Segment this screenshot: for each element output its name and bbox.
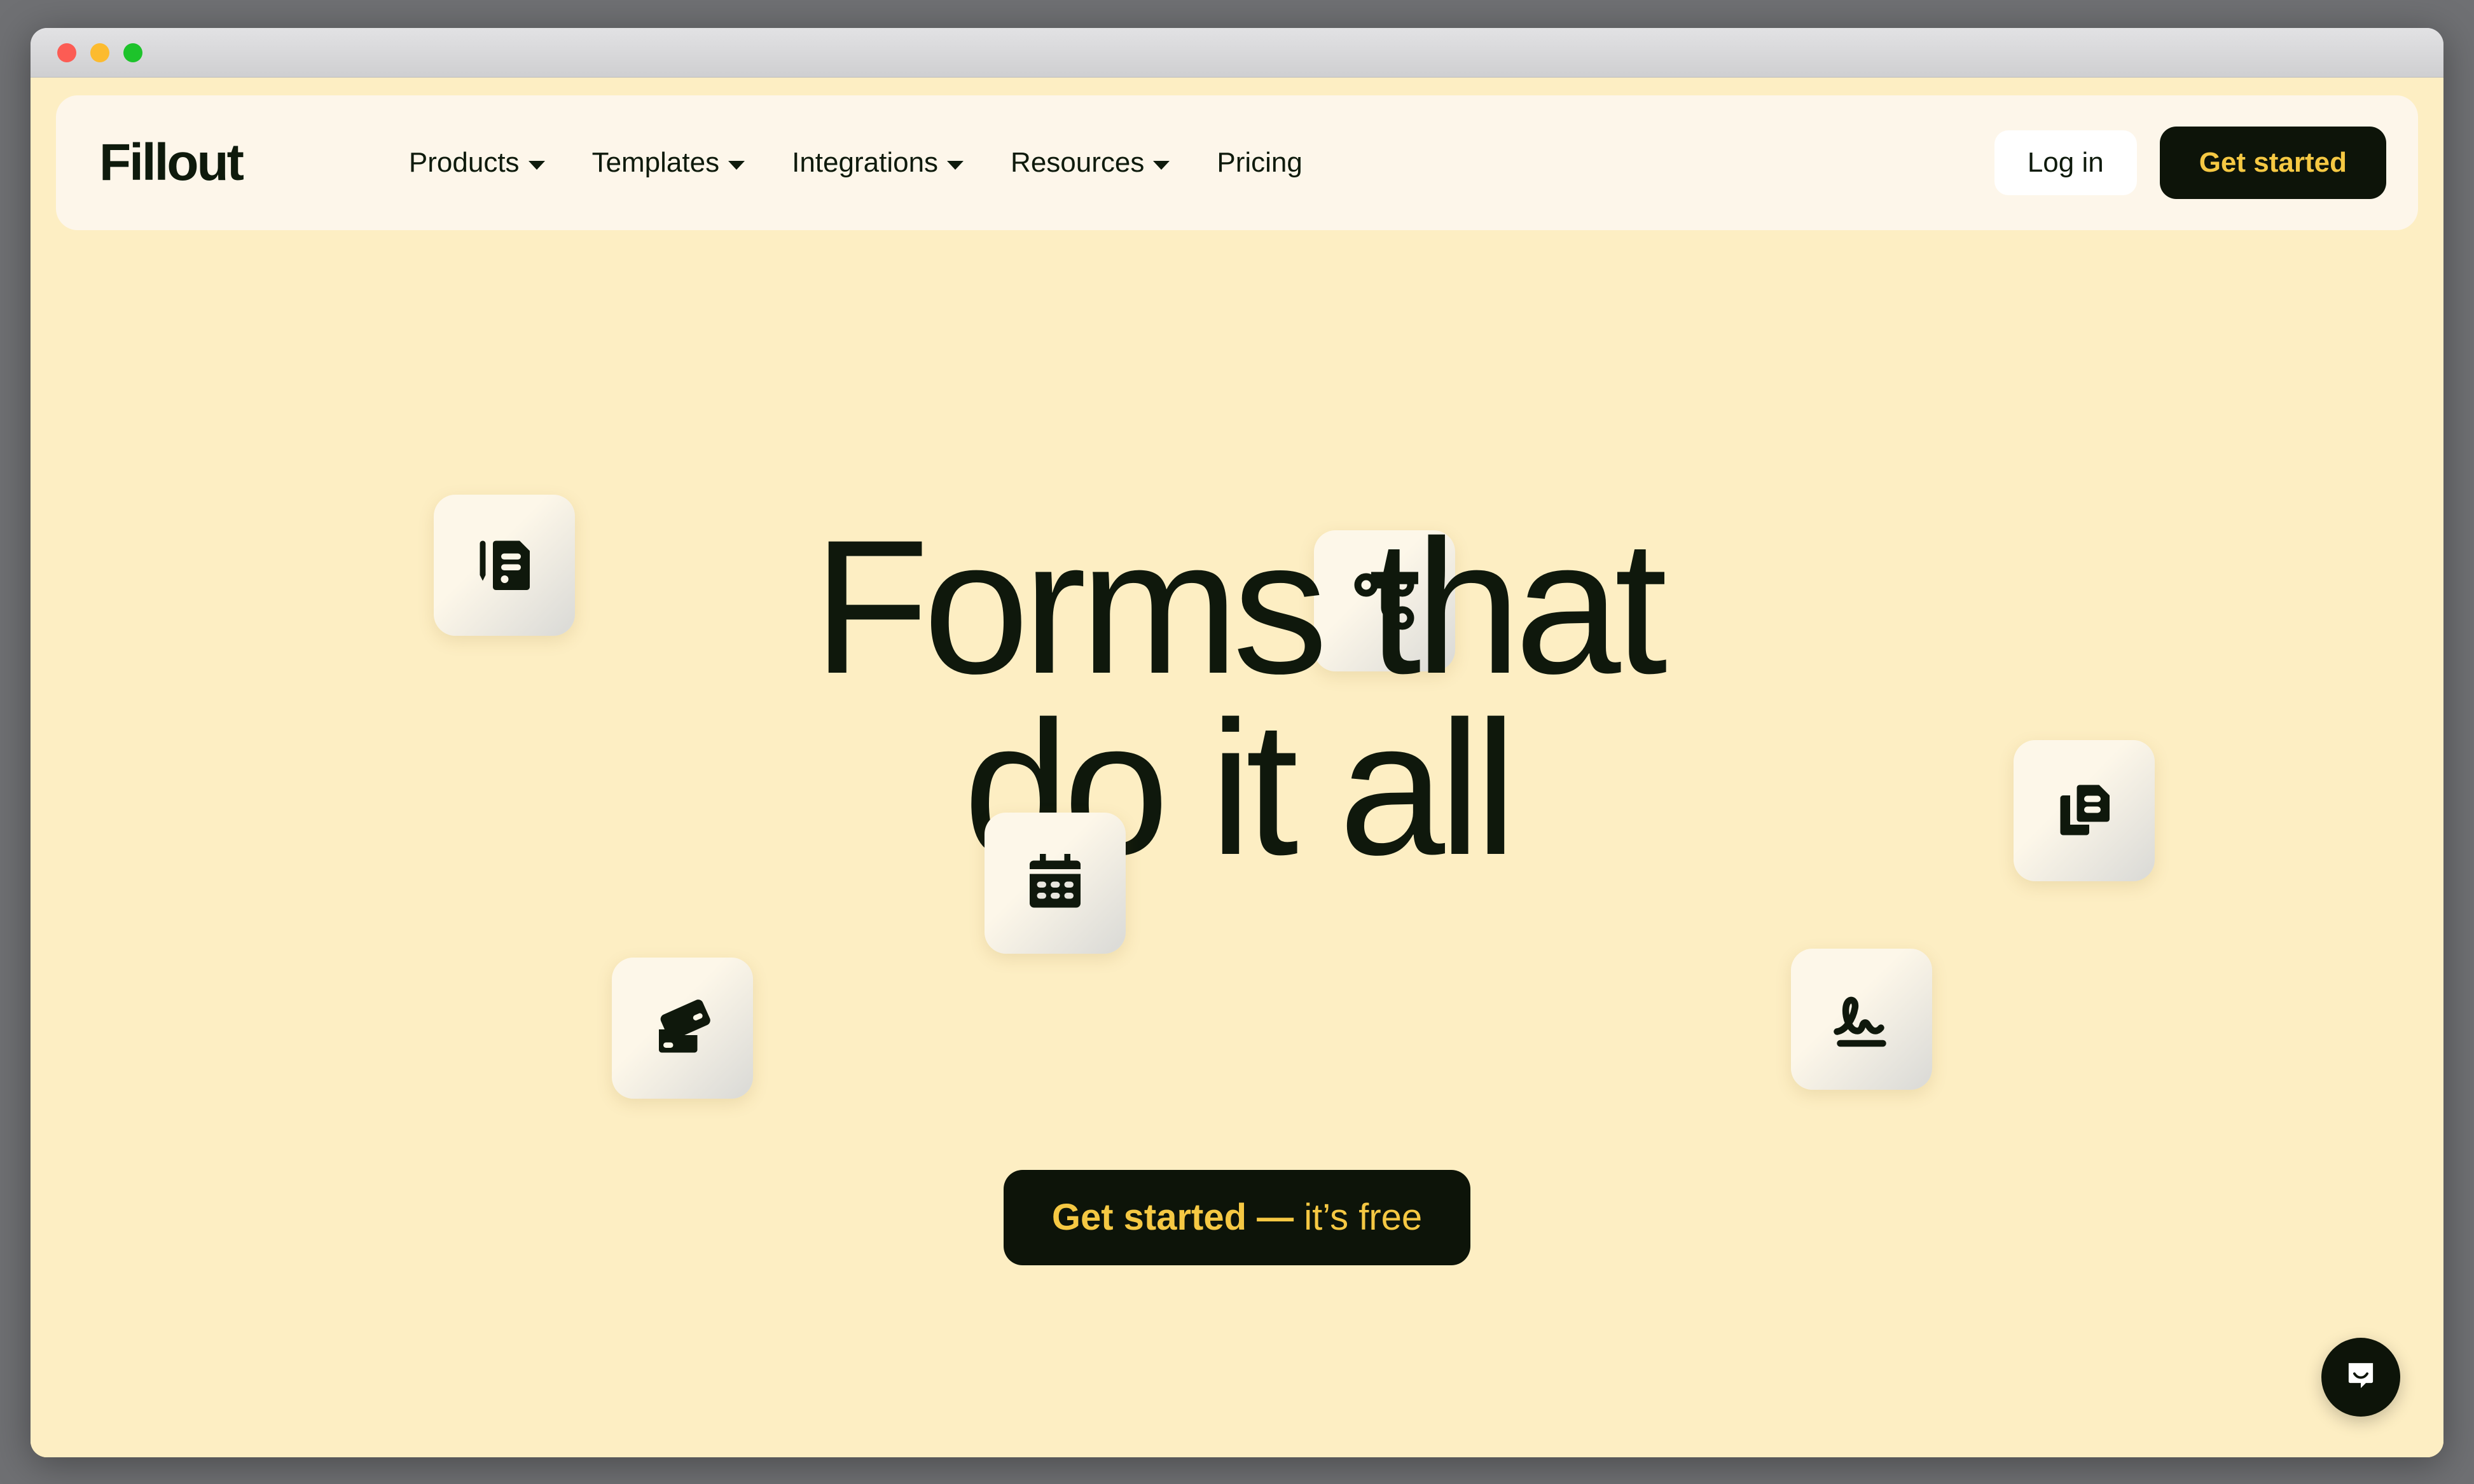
duplicate-documents-icon <box>2046 773 2122 849</box>
floating-card-form-edit <box>434 495 575 636</box>
branch-logic-icon <box>1346 563 1423 639</box>
hero-section: Forms that do it all Get started — it’s … <box>31 78 2443 1457</box>
traffic-lights <box>57 43 142 62</box>
hero-cta-container: Get started — it’s free <box>31 1170 2443 1265</box>
page-viewport: Forms that do it all Get started — it’s … <box>31 78 2443 1457</box>
floating-card-duplicate-documents <box>2014 740 2155 881</box>
browser-window: Forms that do it all Get started — it’s … <box>31 28 2443 1457</box>
nav-item-pricing-label: Pricing <box>1217 147 1303 178</box>
chevron-down-icon <box>1153 161 1170 170</box>
fillout-logo[interactable]: Fillout <box>99 137 244 189</box>
chat-launcher-button[interactable] <box>2321 1338 2400 1417</box>
cta-primary-text: Get started — <box>1051 1197 1294 1238</box>
calendar-icon <box>1017 845 1093 921</box>
nav-item-templates[interactable]: Templates <box>592 147 745 179</box>
nav-item-templates-label: Templates <box>591 147 720 178</box>
minimize-window-button[interactable] <box>90 43 109 62</box>
chevron-down-icon <box>528 161 545 170</box>
header-actions: Log in Get started <box>1994 127 2386 199</box>
floating-card-signature <box>1791 949 1932 1090</box>
nav-item-products-label: Products <box>408 147 520 178</box>
header-get-started-button[interactable]: Get started <box>2159 127 2386 199</box>
floating-card-payment-cards <box>612 958 753 1099</box>
chat-bubble-icon <box>2341 1356 2381 1399</box>
browser-title-bar <box>31 28 2443 78</box>
cta-secondary-text: it’s free <box>1294 1197 1423 1238</box>
floating-card-calendar <box>985 813 1126 954</box>
nav-item-integrations[interactable]: Integrations <box>792 147 964 179</box>
payment-cards-icon <box>644 990 721 1066</box>
nav-item-products[interactable]: Products <box>409 147 545 179</box>
nav-item-pricing[interactable]: Pricing <box>1217 147 1303 179</box>
log-in-button[interactable]: Log in <box>1994 130 2137 195</box>
main-navigation-bar: Fillout Products Templates Integrations <box>56 95 2418 230</box>
header-shell: Fillout Products Templates Integrations <box>56 95 2418 230</box>
headline-line-1: Forms that <box>813 500 1668 713</box>
nav-item-resources[interactable]: Resources <box>1011 147 1170 179</box>
nav-item-resources-label: Resources <box>1011 147 1145 178</box>
nav-links: Products Templates Integrations Resource… <box>409 147 1303 179</box>
chevron-down-icon <box>947 161 964 170</box>
nav-item-integrations-label: Integrations <box>792 147 939 178</box>
signature-icon <box>1823 981 1900 1057</box>
get-started-free-button[interactable]: Get started — it’s free <box>1003 1170 1471 1265</box>
close-window-button[interactable] <box>57 43 76 62</box>
form-edit-icon <box>466 527 542 603</box>
maximize-window-button[interactable] <box>123 43 142 62</box>
floating-card-branch-logic <box>1314 530 1455 671</box>
desktop-backdrop: Forms that do it all Get started — it’s … <box>0 0 2474 1484</box>
chevron-down-icon <box>728 161 745 170</box>
